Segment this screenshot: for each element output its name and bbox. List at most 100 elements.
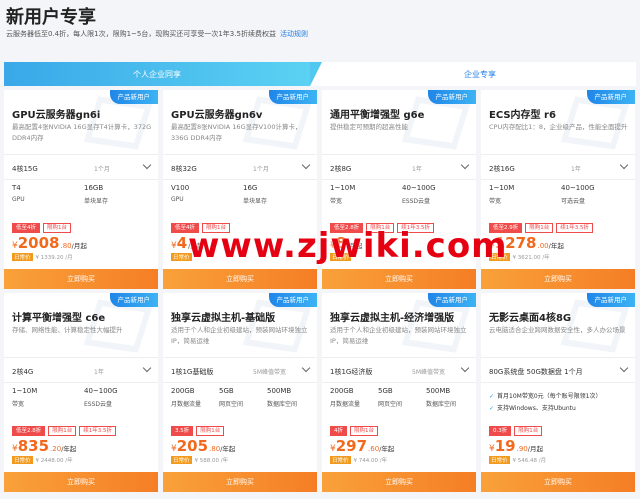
config-select[interactable]: 1核1G基础版 5M峰值带宽 bbox=[163, 357, 317, 383]
config-select[interactable]: 4核15G 1个月 bbox=[4, 154, 158, 180]
config-value: 2核4G bbox=[12, 368, 34, 376]
spec-value: 500MB bbox=[267, 387, 292, 395]
product-title: 通用平衡增强型 g6e bbox=[330, 110, 425, 121]
daily-price-badge: 日常价 bbox=[489, 456, 510, 464]
watermark: www.zjwiki.com bbox=[188, 226, 508, 266]
spec-item: 5GB 网页空间 bbox=[219, 387, 243, 408]
new-user-badge: 产品新用户 bbox=[109, 293, 158, 307]
spec-item: 1~10M 带宽 bbox=[330, 184, 355, 205]
chevron-down-icon bbox=[142, 160, 152, 170]
spec-value: 40~100G bbox=[84, 387, 118, 395]
promo-tags: 3.5折 限购1台 bbox=[171, 426, 225, 436]
spec-value: 5GB bbox=[219, 387, 234, 395]
price: ¥297.60/年起 bbox=[330, 436, 394, 455]
product-title: 无影云桌面4核8G bbox=[489, 313, 572, 324]
price: ¥19.90/月起 bbox=[489, 436, 543, 455]
promo-tag: 低至4折 bbox=[12, 223, 40, 233]
spec-item: 40~100G 可选云盘 bbox=[561, 184, 595, 205]
promo-tags: 4折 限购1台 bbox=[330, 426, 378, 436]
spec-item: 40~100G ESSD云盘 bbox=[402, 184, 436, 205]
promo-tag: 续1年3.5折 bbox=[556, 223, 593, 233]
buy-now-button[interactable]: 立即购买 bbox=[163, 472, 317, 492]
spec-list: T4 GPU 16GB 单块显存 bbox=[12, 184, 150, 212]
promo-tag: 限购1台 bbox=[525, 223, 554, 233]
spec-value: V100 bbox=[171, 184, 190, 192]
price-decimal: .90 bbox=[516, 445, 528, 453]
promo-tag: 限购1台 bbox=[350, 426, 378, 436]
product-card: 产品新用户 GPU云服务器gn6i 最高配置4张NVIDIA 16G显存T4计算卡，… bbox=[4, 90, 158, 289]
spec-item: 500MB 数据库空间 bbox=[426, 387, 456, 408]
config-select[interactable]: 8核32G 1个月 bbox=[163, 154, 317, 180]
promo-tag: 0.3折 bbox=[489, 426, 512, 436]
price-integer: 2008 bbox=[17, 234, 60, 252]
rules-link[interactable]: 活动规则 bbox=[280, 30, 308, 38]
tab-personal-enterprise[interactable]: 个人企业同享 bbox=[4, 62, 322, 86]
spec-label: GPU bbox=[12, 196, 25, 203]
duration-value: 5M峰值带宽 bbox=[253, 369, 286, 376]
promo-tags: 低至4折 限购1台 bbox=[12, 223, 71, 233]
buy-now-button[interactable]: 立即购买 bbox=[163, 269, 317, 289]
duration-value: 1年 bbox=[571, 166, 581, 173]
spec-item: 16G 单块显存 bbox=[243, 184, 267, 205]
spec-value: T4 bbox=[12, 184, 21, 192]
product-title: 计算平衡增强型 c6e bbox=[12, 313, 106, 324]
price-integer: 205 bbox=[176, 437, 209, 455]
config-select[interactable]: 1核1G经济版 5M峰值带宽 bbox=[322, 357, 476, 383]
buy-now-button[interactable]: 立即购买 bbox=[481, 472, 635, 492]
spec-label: 带宽 bbox=[489, 198, 502, 205]
new-user-badge: 产品新用户 bbox=[586, 293, 635, 307]
product-desc: 适用于个人和企业初级建站，预装网站环境独立IP，简易运维 bbox=[171, 326, 308, 345]
original-price: 日常价 ¥ 2448.00 /年 bbox=[12, 456, 73, 464]
config-select[interactable]: 2核8G 1年 bbox=[322, 154, 476, 180]
price-unit: /月起 bbox=[527, 445, 543, 453]
product-title: 独享云虚拟主机-基础版 bbox=[171, 313, 276, 324]
daily-price-badge: 日常价 bbox=[12, 456, 33, 464]
buy-now-button[interactable]: 立即购买 bbox=[4, 472, 158, 492]
spec-item: V100 GPU bbox=[171, 184, 189, 203]
buy-now-button[interactable]: 立即购买 bbox=[322, 472, 476, 492]
price-unit: /年起 bbox=[220, 445, 236, 453]
spec-value: 1~10M bbox=[489, 184, 515, 192]
tab-enterprise-only[interactable]: 企业专享 bbox=[310, 62, 636, 86]
product-desc: 存储、网络性能、计算稳定性大幅提升 bbox=[12, 326, 123, 334]
buy-now-button[interactable]: 立即购买 bbox=[322, 269, 476, 289]
new-user-badge: 产品新用户 bbox=[268, 293, 317, 307]
new-user-badge: 产品新用户 bbox=[586, 90, 635, 104]
subtitle-text: 云服务器低至0.4折，每人限1次，限购1~5台，现购买还可享受一次1年3.5折续… bbox=[6, 30, 276, 38]
spec-value: 16GB bbox=[84, 184, 104, 192]
product-desc: 最高配置4张NVIDIA 16G显存T4计算卡，372G DDR4内存 bbox=[12, 123, 152, 142]
chevron-down-icon bbox=[460, 363, 470, 373]
product-desc: 提供稳定可预期的超高性能 bbox=[330, 123, 408, 131]
new-user-badge: 产品新用户 bbox=[427, 293, 476, 307]
spec-item: 16GB 单块显存 bbox=[84, 184, 108, 205]
product-title: GPU云服务器gn6v bbox=[171, 110, 263, 121]
spec-list: 1~10M 带宽 40~100G 可选云盘 bbox=[489, 184, 627, 212]
config-value: 1核1G基础版 bbox=[171, 368, 214, 376]
feature-text: 首月10M带宽0元（每个账号限领1次） bbox=[497, 393, 602, 400]
config-select[interactable]: 2核16G 1年 bbox=[481, 154, 635, 180]
spec-label: 月数据流量 bbox=[171, 401, 202, 408]
spec-value: 200GB bbox=[171, 387, 195, 395]
price-decimal: .00 bbox=[537, 242, 549, 250]
spec-item: 200GB 月数据流量 bbox=[171, 387, 201, 408]
promo-tag: 低至2.8折 bbox=[12, 426, 46, 436]
config-select[interactable]: 2核4G 1年 bbox=[4, 357, 158, 383]
product-desc: 适用于个人和企业初级建站，预装网站环境独立IP，简易运维 bbox=[330, 326, 467, 345]
check-icon: ✓ bbox=[489, 405, 495, 412]
buy-now-button[interactable]: 立即购买 bbox=[4, 269, 158, 289]
new-user-badge: 产品新用户 bbox=[109, 90, 158, 104]
spec-value: 1~10M bbox=[12, 387, 38, 395]
page: 新用户专享 云服务器低至0.4折，每人限1次，限购1~5台，现购买还可享受一次1… bbox=[0, 0, 640, 499]
daily-price-badge: 日常价 bbox=[12, 253, 33, 261]
product-desc: 最高配置8张NVIDIA 16G显存V100计算卡，336G DDR4内存 bbox=[171, 123, 302, 142]
spec-item: 200GB 月数据流量 bbox=[330, 387, 360, 408]
feature-text: 支持Windows、支持Ubuntu bbox=[497, 405, 576, 412]
product-title: 独享云虚拟主机-经济增强版 bbox=[330, 313, 455, 324]
config-select[interactable]: 80G系统盘 50G数据盘 1个月 bbox=[481, 357, 635, 383]
spec-label: 可选云盘 bbox=[561, 198, 586, 205]
config-value: 1核1G经济版 bbox=[330, 368, 373, 376]
product-desc: CPU内存配比1：8，企业级产品，性能全面提升 bbox=[489, 123, 628, 131]
price-decimal: .80 bbox=[209, 445, 221, 453]
spec-label: 单块显存 bbox=[84, 198, 109, 205]
buy-now-button[interactable]: 立即购买 bbox=[481, 269, 635, 289]
